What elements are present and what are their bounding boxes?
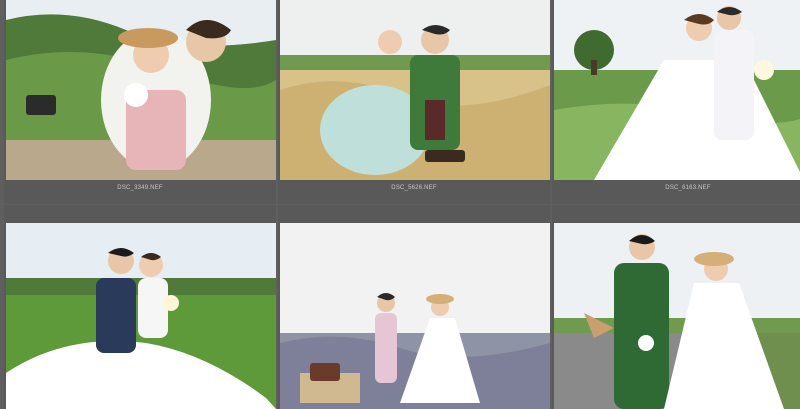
thumbnail-cell[interactable] (278, 205, 550, 409)
photo-thumbnail[interactable] (280, 0, 550, 180)
photo-thumbnail[interactable] (280, 223, 550, 409)
thumbnail-cell[interactable]: DSC_6163.NEF (552, 0, 800, 204)
photo-thumbnail[interactable] (6, 223, 276, 409)
photo-thumbnail[interactable] (554, 0, 800, 180)
photo-filename: DSC_5626.NEF (391, 185, 437, 191)
photo-thumbnail[interactable] (6, 0, 276, 180)
photo-thumbnail[interactable] (554, 223, 800, 409)
photo-filename: DSC_3349.NEF (117, 185, 163, 191)
photo-couple-road (554, 223, 800, 409)
photo-couple-lawn (6, 223, 276, 409)
photo-couple-field (554, 0, 800, 180)
photo-couple-lavender (280, 223, 550, 409)
photo-filename: DSC_6163.NEF (665, 185, 711, 191)
thumbnail-cell[interactable]: DSC_5626.NEF (278, 0, 550, 204)
photo-grid: DSC_3349.NEF DSC_5626.NEF DSC_6163.NEF (0, 0, 800, 409)
photo-couple-selfie (6, 0, 276, 180)
thumbnail-cell[interactable] (552, 205, 800, 409)
photo-couple-hay (280, 0, 550, 180)
thumbnail-cell[interactable]: DSC_3349.NEF (4, 0, 276, 204)
thumbnail-cell[interactable] (4, 205, 276, 409)
